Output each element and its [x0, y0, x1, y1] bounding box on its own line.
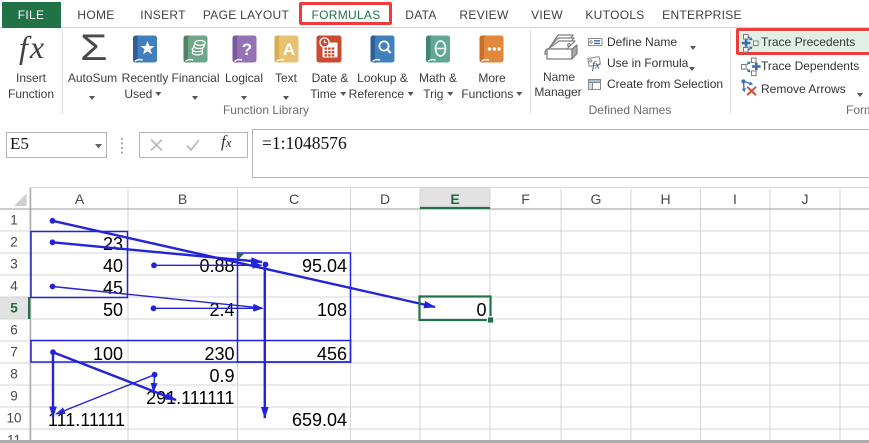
svg-text:50: 50	[103, 300, 123, 320]
svg-text:A: A	[283, 40, 295, 59]
svg-text:F: F	[521, 191, 530, 207]
svg-text:I: I	[733, 191, 737, 207]
svg-text:456: 456	[317, 344, 347, 364]
svg-text:C: C	[289, 191, 299, 207]
svg-text:G: G	[591, 191, 602, 207]
svg-text:100: 100	[93, 344, 123, 364]
svg-text:E: E	[450, 191, 459, 207]
svg-text:D: D	[380, 191, 390, 207]
svg-text:95.04: 95.04	[302, 256, 347, 276]
svg-text:6: 6	[10, 322, 18, 337]
svg-text:10: 10	[6, 410, 21, 425]
svg-text:B: B	[178, 191, 187, 207]
svg-text:H: H	[660, 191, 670, 207]
svg-text:2: 2	[10, 234, 18, 249]
svg-text:5: 5	[10, 300, 18, 315]
svg-text:fx: fx	[592, 59, 600, 71]
svg-text:45: 45	[103, 278, 123, 298]
svg-text:0: 0	[476, 300, 486, 320]
svg-text:A: A	[75, 191, 85, 207]
svg-text:108: 108	[317, 300, 347, 320]
svg-text:230: 230	[204, 344, 234, 364]
svg-text:J: J	[802, 191, 809, 207]
svg-text:3: 3	[10, 256, 18, 271]
svg-text:659.04: 659.04	[292, 410, 347, 430]
svg-text:?: ?	[242, 40, 252, 59]
svg-text:0.9: 0.9	[209, 366, 234, 386]
svg-text:1: 1	[10, 212, 18, 227]
svg-text:9: 9	[10, 388, 18, 403]
svg-text:4: 4	[10, 278, 18, 293]
svg-text:8: 8	[10, 366, 18, 381]
svg-text:291.111111: 291.111111	[146, 388, 234, 408]
svg-text:40: 40	[103, 256, 123, 276]
svg-text:7: 7	[10, 344, 18, 359]
